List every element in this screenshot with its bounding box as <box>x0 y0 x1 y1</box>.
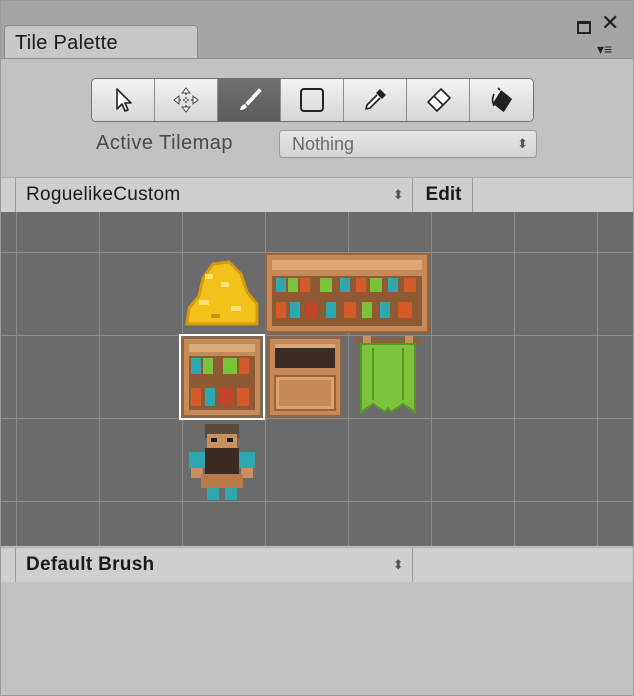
active-tilemap-label: Active Tilemap <box>96 132 234 154</box>
brush-dropdown[interactable]: Default Brush ⬍ <box>15 548 413 582</box>
green-banner-tile[interactable] <box>347 334 429 416</box>
move-arrows-icon <box>173 87 199 113</box>
move-tool-button[interactable] <box>155 79 218 121</box>
box-fill-tool-button[interactable] <box>281 79 344 121</box>
window-titlebar: Tile Palette ✕ ▾≡ <box>1 1 633 59</box>
paint-bucket-icon <box>491 87 512 112</box>
rectangle-icon <box>300 88 324 112</box>
paint-tool-button[interactable] <box>218 79 281 121</box>
erase-tool-button[interactable] <box>407 79 470 121</box>
close-icon[interactable]: ✕ <box>601 12 619 34</box>
select-tool-button[interactable] <box>92 79 155 121</box>
edit-button[interactable]: Edit <box>415 178 473 212</box>
tile-palette-window: Tile Palette ✕ ▾≡ Active Tilemap Nothing… <box>0 0 634 696</box>
arrow-pointer-icon <box>116 88 132 112</box>
bookshelf-wide-tile[interactable] <box>264 252 430 334</box>
eraser-icon <box>427 88 451 112</box>
dropdown-arrows-icon: ⬍ <box>392 187 404 202</box>
gold-pile-tile[interactable] <box>181 252 263 334</box>
dresser-tile[interactable] <box>265 336 345 418</box>
dropdown-arrows-icon: ⬍ <box>517 136 528 151</box>
picker-tool-button[interactable] <box>344 79 407 121</box>
dwarf-character-tile[interactable] <box>181 420 263 502</box>
palette-dropdown[interactable]: RoguelikeCustom ⬍ <box>15 178 413 212</box>
tile-grid[interactable] <box>1 212 633 546</box>
maximize-icon[interactable] <box>577 21 591 34</box>
brush-bar: Default Brush ⬍ <box>1 547 633 583</box>
palette-bar: RoguelikeCustom ⬍ Edit <box>1 177 633 213</box>
tool-toolbar <box>91 78 534 122</box>
active-tilemap-dropdown[interactable]: Nothing ⬍ <box>279 130 537 158</box>
bookshelf-tile[interactable] <box>179 334 265 420</box>
eyedropper-icon <box>365 89 386 110</box>
brush-inspector-area <box>1 582 633 695</box>
paintbrush-icon <box>240 88 262 110</box>
active-tilemap-value: Nothing <box>292 134 355 154</box>
tab-tile-palette[interactable]: Tile Palette <box>4 25 198 58</box>
flood-fill-tool-button[interactable] <box>470 79 533 121</box>
menu-icon[interactable]: ▾≡ <box>597 41 612 57</box>
palette-value: RoguelikeCustom <box>26 184 181 205</box>
brush-value: Default Brush <box>26 554 155 575</box>
dropdown-arrows-icon: ⬍ <box>392 557 404 572</box>
